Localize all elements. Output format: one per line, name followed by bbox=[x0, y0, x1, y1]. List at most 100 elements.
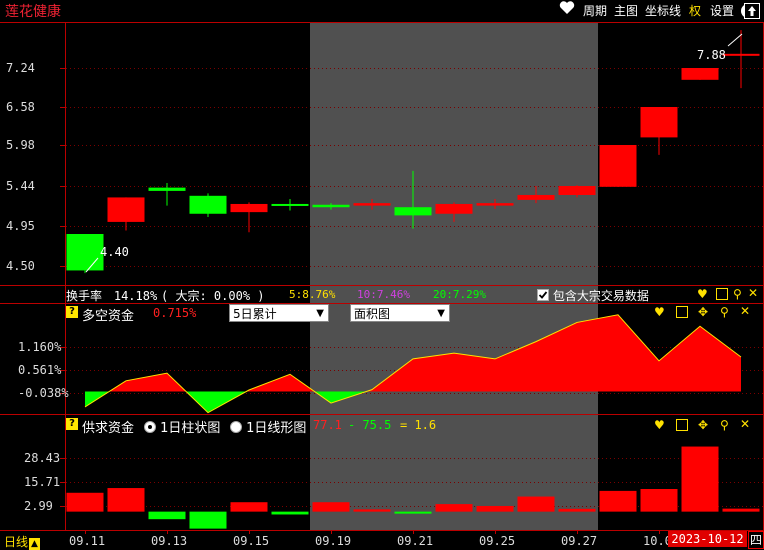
selection-highlight bbox=[310, 22, 598, 530]
candle-body bbox=[599, 145, 637, 187]
x-tick-label: 09.11 bbox=[69, 534, 106, 548]
window-icon[interactable] bbox=[676, 306, 688, 318]
candle-body bbox=[66, 234, 104, 271]
supply-demand-bar bbox=[394, 511, 432, 514]
close-icon[interactable]: ✕ bbox=[740, 304, 750, 318]
x-tick-mark bbox=[85, 530, 86, 534]
y-tick-label: 15.71 bbox=[24, 475, 60, 489]
bar-chart-radio[interactable]: 1日柱状图 bbox=[144, 417, 220, 436]
settings-icon[interactable]: ✥ bbox=[698, 418, 708, 432]
x-tick-label: 09.27 bbox=[561, 534, 598, 548]
area-segment bbox=[454, 353, 495, 392]
favorite-icon[interactable]: ♥ bbox=[654, 305, 665, 319]
close-icon[interactable]: ✕ bbox=[748, 286, 758, 300]
x-tick-label: 09.13 bbox=[151, 534, 188, 548]
supply-demand-bar bbox=[230, 502, 268, 512]
y-tick-label: 6.58 bbox=[6, 100, 35, 114]
y-tick-label: 4.95 bbox=[6, 219, 35, 233]
x-tick-mark bbox=[659, 530, 660, 534]
checkbox-icon[interactable] bbox=[537, 289, 549, 301]
radio-selected-icon[interactable] bbox=[144, 421, 156, 433]
chevron-down-icon: ▼ bbox=[437, 308, 445, 319]
favorite-icon[interactable]: ♥ bbox=[697, 287, 708, 301]
block-trade-checkbox[interactable]: 包含大宗交易数据 bbox=[537, 287, 649, 304]
supply-demand-bar bbox=[148, 511, 186, 520]
radio-unselected-icon[interactable] bbox=[230, 421, 242, 433]
turnover-block: ( 大宗: 0.00% ) bbox=[161, 289, 265, 303]
area-segment bbox=[659, 326, 700, 392]
panel3-outflow: - 75.5 bbox=[348, 418, 392, 432]
candle-body bbox=[435, 203, 473, 214]
x-tick-mark bbox=[167, 530, 168, 534]
y-tick-label: 5.98 bbox=[6, 138, 35, 152]
favorite-icon[interactable]: ♥ bbox=[654, 418, 665, 432]
x-tick-label: 09.21 bbox=[397, 534, 434, 548]
candle-body bbox=[476, 203, 514, 206]
panel3-inflow: 77.1 bbox=[313, 418, 342, 432]
period-text: 日线 bbox=[4, 535, 29, 549]
supply-demand-bar bbox=[66, 492, 104, 512]
radio-label: 1日柱状图 bbox=[160, 421, 221, 436]
candle-body bbox=[394, 207, 432, 216]
x-tick-label: 09.19 bbox=[315, 534, 352, 548]
line-chart-radio[interactable]: 1日线形图 bbox=[230, 417, 306, 436]
candle-body bbox=[107, 197, 145, 222]
panel2-icons: ♥ ✥ ⚲ ✕ bbox=[654, 304, 762, 319]
turnover-panel-icons: ♥ ⚲ ✕ bbox=[697, 286, 761, 301]
chart-area[interactable]: 7.24 6.58 5.98 5.44 4.95 4.50 1.160% 0.561% -0.… bbox=[0, 0, 764, 549]
supply-demand-bar bbox=[353, 509, 391, 512]
zoom-icon[interactable]: ⚲ bbox=[733, 287, 742, 301]
panel2-style-dropdown[interactable]: 面积图 ▼ bbox=[350, 304, 450, 322]
supply-demand-bar bbox=[681, 446, 719, 512]
candle-body bbox=[681, 68, 719, 80]
warning-icon: ▲ bbox=[29, 538, 41, 550]
candle-body bbox=[312, 204, 350, 208]
candle-body bbox=[230, 203, 268, 213]
supply-demand-bar bbox=[435, 504, 473, 512]
x-tick-label: 09.25 bbox=[479, 534, 516, 548]
panel2-period-dropdown[interactable]: 5日累计 ▼ bbox=[229, 304, 329, 322]
help-icon[interactable]: ? bbox=[66, 306, 78, 318]
candle-body bbox=[353, 203, 391, 206]
area-segment bbox=[618, 314, 659, 392]
y-tick-label: 28.43 bbox=[24, 451, 60, 465]
candle-body bbox=[189, 195, 227, 214]
turnover-row: 换手率 14.18% ( 大宗: 0.00% ) bbox=[66, 287, 265, 304]
zoom-icon[interactable]: ⚲ bbox=[720, 305, 729, 319]
window-icon[interactable] bbox=[716, 288, 728, 300]
y-tick-label: 7.24 bbox=[6, 61, 35, 75]
x-tick-mark bbox=[495, 530, 496, 534]
settings-icon[interactable]: ✥ bbox=[698, 305, 708, 319]
supply-demand-bar bbox=[107, 488, 145, 512]
supply-demand-bar bbox=[312, 502, 350, 512]
panel2-value: 0.715% bbox=[153, 306, 197, 320]
candle-body bbox=[722, 53, 760, 56]
panel2-title: 多空资金 bbox=[82, 309, 135, 324]
candle-body bbox=[517, 194, 555, 200]
supply-demand-bar bbox=[640, 489, 678, 512]
checkbox-label: 包含大宗交易数据 bbox=[552, 289, 649, 303]
area-segment bbox=[577, 314, 618, 392]
crosshair-date-box: 2023-10-12 bbox=[668, 531, 747, 547]
turnover-value: 14.18% bbox=[113, 289, 158, 303]
supply-demand-bar bbox=[722, 508, 760, 512]
period-label[interactable]: 日线 ▲ bbox=[4, 533, 41, 550]
y-tick-label: 5.44 bbox=[6, 179, 35, 193]
supply-demand-bar bbox=[599, 490, 637, 512]
window-icon[interactable] bbox=[676, 419, 688, 431]
x-tick-mark bbox=[577, 530, 578, 534]
close-icon[interactable]: ✕ bbox=[740, 417, 750, 431]
y-tick-label: 4.50 bbox=[6, 259, 35, 273]
supply-demand-bar bbox=[476, 505, 514, 512]
turnover-ma5: 5:8.76% bbox=[289, 288, 336, 301]
candle-body bbox=[558, 186, 596, 195]
candle-body bbox=[271, 203, 309, 206]
zoom-icon[interactable]: ⚲ bbox=[720, 418, 729, 432]
chevron-down-icon: ▼ bbox=[316, 308, 324, 319]
high-price-pointer bbox=[727, 33, 743, 47]
supply-demand-bar bbox=[189, 511, 227, 529]
candle-body bbox=[148, 187, 186, 191]
panel3-net: = 1.6 bbox=[400, 418, 437, 432]
high-price-label: 7.88 bbox=[697, 48, 726, 62]
help-icon[interactable]: ? bbox=[66, 418, 78, 430]
